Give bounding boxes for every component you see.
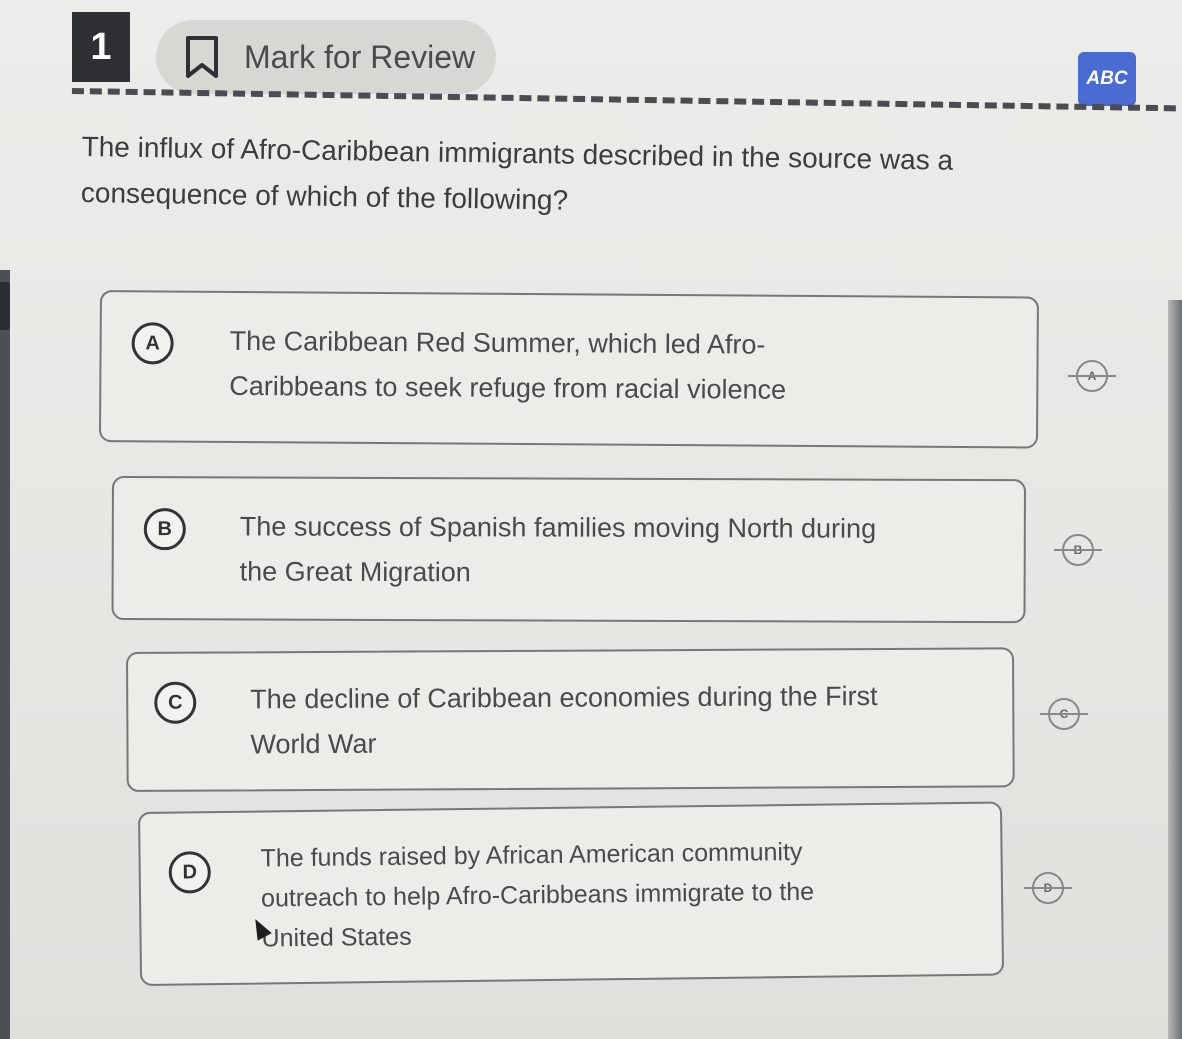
mark-for-review-button[interactable]: Mark for Review [156, 20, 496, 94]
choice-text-line: The decline of Caribbean economies durin… [250, 681, 878, 715]
choice-letter-d: D [168, 851, 211, 894]
choice-text-line: World War [250, 728, 377, 760]
mark-for-review-label: Mark for Review [244, 38, 476, 75]
choice-letter-c: C [154, 681, 197, 724]
choice-text-line: outreach to help Afro-Caribbeans immigra… [260, 877, 815, 913]
bookmark-icon [186, 36, 218, 78]
cross-out-d-button[interactable]: D [1024, 872, 1072, 904]
answer-choice-d[interactable]: D The funds raised by African American c… [138, 801, 1005, 986]
choice-text-line: the Great Migration [239, 556, 471, 588]
choice-text-line: United States [261, 922, 412, 953]
left-panel-edge [0, 270, 10, 1039]
question-number: 1 [72, 12, 130, 82]
cross-out-c-button[interactable]: C [1040, 698, 1088, 730]
answer-choice-b[interactable]: B The success of Spanish families moving… [111, 476, 1026, 624]
choice-text-line: Caribbeans to seek refuge from racial vi… [229, 370, 787, 405]
choice-letter-a: A [131, 322, 174, 365]
choice-text-b: The success of Spanish families moving N… [240, 504, 877, 596]
answer-choice-c[interactable]: C The decline of Caribbean economies dur… [126, 647, 1015, 792]
choice-letter-b: B [143, 508, 186, 551]
answer-choice-a[interactable]: A The Caribbean Red Summer, which led Af… [98, 290, 1039, 449]
cross-out-a-button[interactable]: A [1068, 360, 1116, 392]
choice-text-line: The success of Spanish families moving N… [239, 511, 877, 544]
question-stem: The influx of Afro-Caribbean immigrants … [81, 124, 1072, 232]
choice-text-c: The decline of Caribbean economies durin… [250, 674, 878, 767]
choice-text-d: The funds raised by African American com… [260, 832, 815, 959]
cross-out-b-button[interactable]: B [1054, 534, 1102, 566]
choice-text-line: The funds raised by African American com… [260, 837, 803, 873]
panel-resize-handle[interactable] [0, 282, 10, 330]
screen-bezel-right [1168, 300, 1182, 1039]
choice-text-a: The Caribbean Red Summer, which led Afro… [229, 319, 786, 413]
strikethrough-tool-button[interactable]: ABC [1078, 52, 1136, 106]
choice-text-line: The Caribbean Red Summer, which led Afro… [229, 325, 766, 360]
